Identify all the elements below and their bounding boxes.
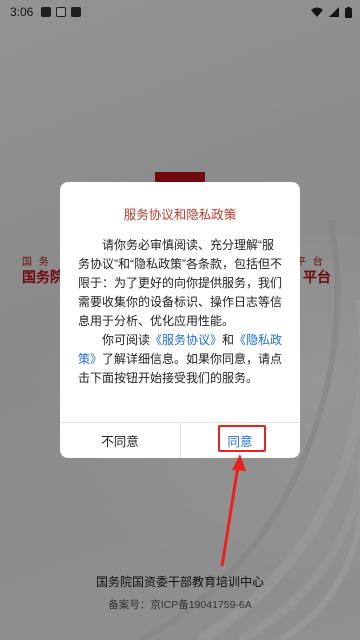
annotation-arrow-icon: [220, 454, 246, 567]
